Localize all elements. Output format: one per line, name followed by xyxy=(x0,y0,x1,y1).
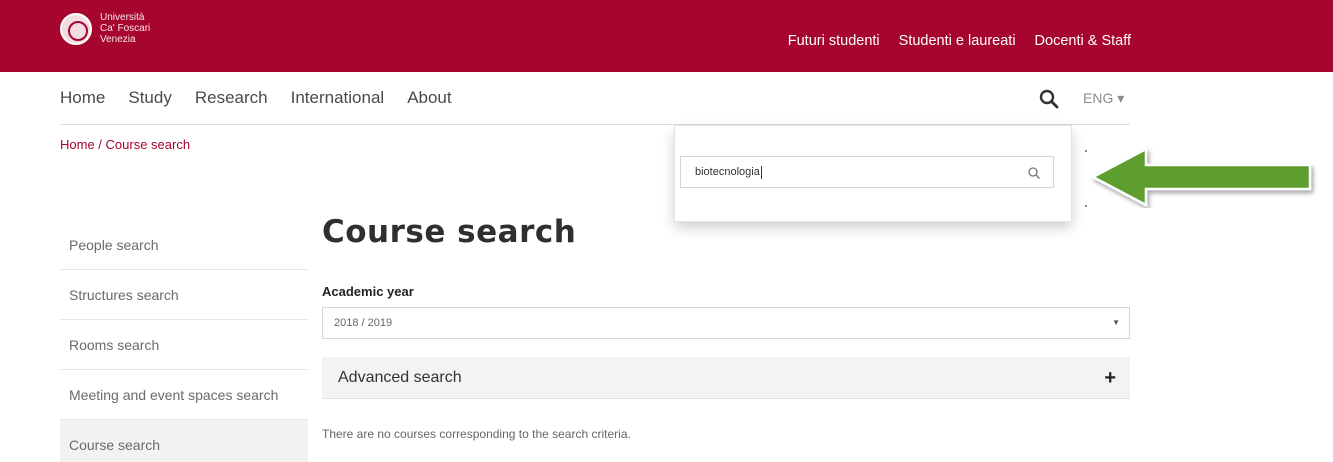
main-nav: Home Study Research International About xyxy=(60,88,475,108)
breadcrumb[interactable]: Home / Course search xyxy=(60,137,190,152)
academic-year-label: Academic year xyxy=(322,284,414,299)
nav-international[interactable]: International xyxy=(291,88,385,108)
nav-home[interactable]: Home xyxy=(60,88,105,108)
link-futuri-studenti[interactable]: Futuri studenti xyxy=(788,33,880,49)
logo-line-2: Ca' Foscari xyxy=(100,23,151,34)
advanced-search-toggle[interactable]: Advanced search + xyxy=(322,357,1130,399)
sidebar: People search Structures search Rooms se… xyxy=(60,220,308,462)
text-cursor xyxy=(760,165,762,179)
popup-dot xyxy=(1085,205,1087,207)
advanced-search-label: Advanced search xyxy=(338,368,462,386)
sidebar-item-structures-search[interactable]: Structures search xyxy=(60,270,308,320)
audience-links: Futuri studenti Studenti e laureati Doce… xyxy=(788,33,1131,49)
language-selector[interactable]: ENG ▾ xyxy=(1083,90,1124,107)
link-docenti-staff[interactable]: Docenti & Staff xyxy=(1035,33,1131,49)
dropdown-caret-icon: ▼ xyxy=(1112,318,1120,327)
search-input-value: biotecnologia xyxy=(695,166,760,178)
logo-line-1: Università xyxy=(100,12,145,23)
nav-about[interactable]: About xyxy=(407,88,451,108)
university-logo[interactable]: Università Ca' Foscari Venezia xyxy=(60,12,150,45)
academic-year-value: 2018 / 2019 xyxy=(334,317,393,329)
page-title: Course search xyxy=(322,214,577,250)
search-submit-icon[interactable] xyxy=(1027,166,1041,180)
academic-year-select[interactable]: 2018 / 2019 ▼ xyxy=(322,307,1130,339)
sidebar-item-rooms-search[interactable]: Rooms search xyxy=(60,320,308,370)
link-studenti-laureati[interactable]: Studenti e laureati xyxy=(899,33,1016,49)
university-seal-icon xyxy=(60,12,92,45)
logo-text: Università Ca' Foscari Venezia xyxy=(100,12,150,45)
nav-research[interactable]: Research xyxy=(195,88,268,108)
no-results-message: There are no courses corresponding to th… xyxy=(322,427,631,441)
popup-dot xyxy=(1085,150,1087,152)
nav-study[interactable]: Study xyxy=(128,88,171,108)
search-input[interactable]: biotecnologia xyxy=(680,156,1054,188)
logo-line-3: Venezia xyxy=(100,34,136,45)
sidebar-item-meeting-spaces-search[interactable]: Meeting and event spaces search xyxy=(60,370,308,420)
green-arrow-annotation xyxy=(1090,146,1312,208)
sidebar-item-course-search[interactable]: Course search xyxy=(60,420,308,462)
search-icon[interactable] xyxy=(1038,88,1060,110)
sidebar-item-people-search[interactable]: People search xyxy=(60,220,308,270)
plus-icon[interactable]: + xyxy=(1104,367,1116,390)
top-bar: Università Ca' Foscari Venezia Futuri st… xyxy=(0,0,1333,72)
